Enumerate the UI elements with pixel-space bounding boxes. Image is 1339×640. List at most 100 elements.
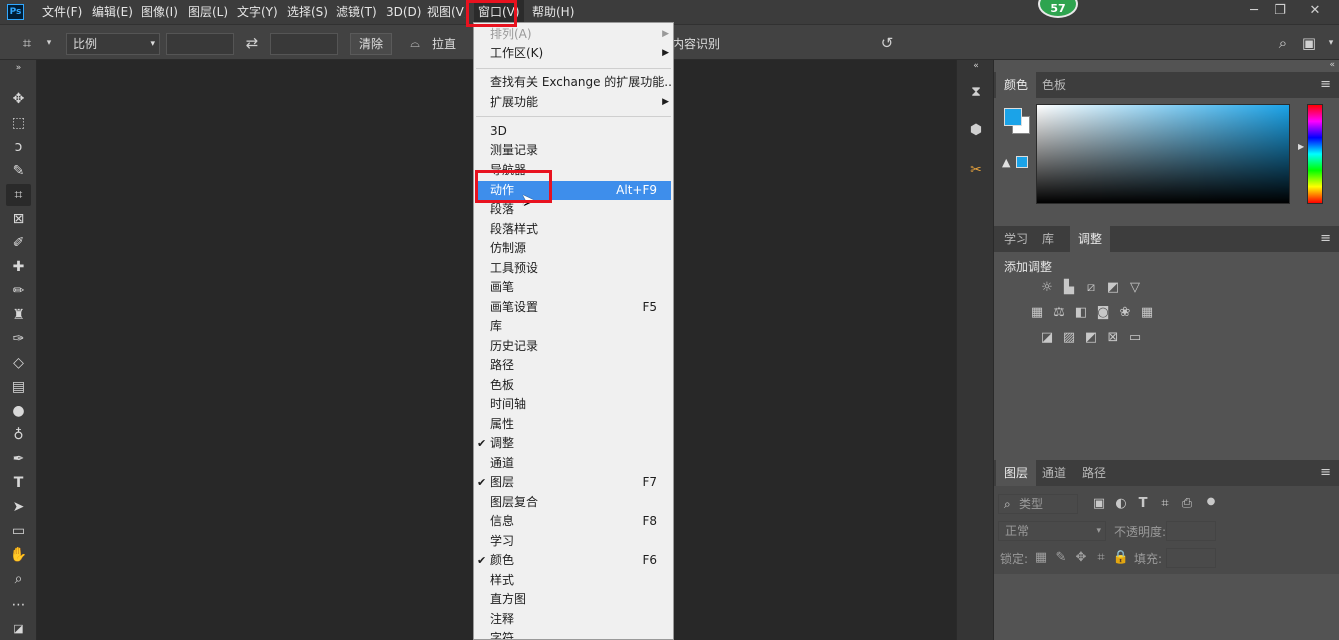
chevron-down-icon[interactable]: ▾ <box>38 32 60 54</box>
clone-stamp-tool-icon[interactable]: ♜ <box>6 304 31 326</box>
menu-item-color[interactable]: ✔ 颜色 F6 <box>474 551 673 570</box>
photo-filter-icon[interactable]: ◙ <box>1094 305 1112 321</box>
tab-swatches[interactable]: 色板 <box>1034 72 1074 98</box>
curves-icon[interactable]: ⧄ <box>1082 280 1100 296</box>
content-aware-label[interactable]: 内容识别 <box>672 33 720 55</box>
hue-saturation-icon[interactable]: ▦ <box>1028 305 1046 321</box>
color-balance-icon[interactable]: ⚖ <box>1050 305 1068 321</box>
opacity-input[interactable] <box>1166 521 1216 541</box>
menu-item-3d[interactable]: 3D <box>474 122 673 141</box>
type-tool-icon[interactable]: T <box>6 472 31 494</box>
filter-toggle-icon[interactable]: ● <box>1202 494 1220 510</box>
tools-panel-icon[interactable]: ✂ <box>964 158 988 182</box>
invert-icon[interactable]: ◪ <box>1038 330 1056 346</box>
exposure-icon[interactable]: ◩ <box>1104 280 1122 296</box>
tab-color[interactable]: 颜色 <box>996 72 1037 98</box>
levels-icon[interactable]: ▙ <box>1060 280 1078 296</box>
expand-icon[interactable]: » <box>6 62 31 74</box>
menu-item-adjustments[interactable]: ✔ 调整 <box>474 434 673 453</box>
layer-filter-select[interactable]: ⌕ 类型 <box>998 494 1078 514</box>
menu-3d[interactable]: 3D(D) <box>386 0 421 24</box>
menu-filter[interactable]: 滤镜(T) <box>336 0 377 24</box>
brightness-icon[interactable]: ☼ <box>1038 280 1056 296</box>
search-icon[interactable]: ⌕ <box>1272 32 1294 54</box>
dodge-tool-icon[interactable]: ♁ <box>6 424 31 446</box>
notification-badge[interactable]: 57 <box>1038 0 1078 18</box>
chevron-down-icon[interactable]: ▾ <box>1320 32 1339 54</box>
color-swap-icon[interactable]: ◪ <box>6 618 31 640</box>
straighten-label[interactable]: 拉直 <box>432 33 456 55</box>
menu-item-notes[interactable]: 注释 <box>474 610 673 629</box>
lasso-tool-icon[interactable]: ↄ <box>6 136 31 158</box>
brush-tool-icon[interactable]: ✏ <box>6 280 31 302</box>
zoom-tool-icon[interactable]: ⌕ <box>6 568 31 590</box>
tab-libraries[interactable]: 库 <box>1034 226 1062 252</box>
menu-item-layer-comps[interactable]: 图层复合 <box>474 493 673 512</box>
menu-item-timeline[interactable]: 时间轴 <box>474 395 673 414</box>
menu-layer[interactable]: 图层(L) <box>188 0 228 24</box>
more-tools-icon[interactable]: ⋯ <box>6 594 31 616</box>
history-brush-tool-icon[interactable]: ✑ <box>6 328 31 350</box>
crop-tool-icon[interactable]: ⌗ <box>6 184 31 206</box>
menu-item-workspace[interactable]: 工作区(K) ▶ <box>474 44 673 63</box>
blur-tool-icon[interactable]: ● <box>6 400 31 422</box>
menu-file[interactable]: 文件(F) <box>42 0 82 24</box>
menu-item-brushes[interactable]: 画笔 <box>474 278 673 297</box>
pixel-filter-icon[interactable]: ▣ <box>1090 496 1108 512</box>
menu-select[interactable]: 选择(S) <box>287 0 328 24</box>
color-field[interactable] <box>1036 104 1290 204</box>
healing-brush-tool-icon[interactable]: ✚ <box>6 256 31 278</box>
eyedropper-tool-icon[interactable]: ✐ <box>6 232 31 254</box>
history-panel-icon[interactable]: ⧗ <box>964 80 988 104</box>
fill-input[interactable] <box>1166 548 1216 568</box>
menu-help[interactable]: 帮助(H) <box>532 0 574 24</box>
channel-mixer-icon[interactable]: ❀ <box>1116 305 1134 321</box>
menu-item-brush-settings[interactable]: 画笔设置 F5 <box>474 298 673 317</box>
smart-object-filter-icon[interactable]: ⎙ <box>1178 496 1196 512</box>
menu-item-info[interactable]: 信息 F8 <box>474 512 673 531</box>
hand-tool-icon[interactable]: ✋ <box>6 544 31 566</box>
posterize-icon[interactable]: ▨ <box>1060 330 1078 346</box>
panel-menu-icon[interactable]: ≡ <box>1320 226 1331 252</box>
marquee-tool-icon[interactable]: ⬚ <box>6 112 31 134</box>
menu-edit[interactable]: 编辑(E) <box>92 0 133 24</box>
menu-view[interactable]: 视图(V) <box>427 0 465 24</box>
3d-panel-icon[interactable]: ⬢ <box>964 118 988 142</box>
restore-icon[interactable]: ❐ <box>1270 2 1290 22</box>
menu-item-swatches[interactable]: 色板 <box>474 376 673 395</box>
ratio-select[interactable]: 比例 ▾ <box>66 33 160 55</box>
quick-select-tool-icon[interactable]: ✎ <box>6 160 31 182</box>
menu-item-learn[interactable]: 学习 <box>474 532 673 551</box>
lock-transparent-icon[interactable]: ▦ <box>1032 550 1050 566</box>
close-icon[interactable]: ✕ <box>1305 2 1325 22</box>
clear-button[interactable]: 清除 <box>350 33 392 55</box>
minimize-icon[interactable]: ─ <box>1244 2 1264 22</box>
menu-item-clone-source[interactable]: 仿制源 <box>474 239 673 258</box>
workspace-icon[interactable]: ▣ <box>1298 32 1320 54</box>
menu-item-history[interactable]: 历史记录 <box>474 337 673 356</box>
menu-item-histogram[interactable]: 直方图 <box>474 590 673 609</box>
rectangle-tool-icon[interactable]: ▭ <box>6 520 31 542</box>
adjustment-filter-icon[interactable]: ◐ <box>1112 496 1130 512</box>
menu-type[interactable]: 文字(Y) <box>237 0 278 24</box>
tab-paths[interactable]: 路径 <box>1074 460 1114 486</box>
menu-item-tool-presets[interactable]: 工具预设 <box>474 259 673 278</box>
frame-tool-icon[interactable]: ⊠ <box>6 208 31 230</box>
crop-tool-icon[interactable]: ⌗ <box>16 32 38 54</box>
pen-tool-icon[interactable]: ✒ <box>6 448 31 470</box>
hue-slider[interactable] <box>1307 104 1323 204</box>
path-select-tool-icon[interactable]: ➤ <box>6 496 31 518</box>
reset-icon[interactable]: ↺ <box>876 32 898 54</box>
menu-item-measurement-log[interactable]: 测量记录 <box>474 141 673 160</box>
menu-item-character[interactable]: 字符 <box>474 629 673 639</box>
menu-item-styles[interactable]: 样式 <box>474 571 673 590</box>
menu-item-paragraph-styles[interactable]: 段落样式 <box>474 220 673 239</box>
menu-item-paths[interactable]: 路径 <box>474 356 673 375</box>
panel-menu-icon[interactable]: ≡ <box>1320 72 1331 98</box>
tab-layers[interactable]: 图层 <box>996 460 1037 486</box>
move-tool-icon[interactable]: ✥ <box>6 88 31 110</box>
width-input[interactable] <box>166 33 234 55</box>
lock-pixels-icon[interactable]: ✎ <box>1052 550 1070 566</box>
menu-item-properties[interactable]: 属性 <box>474 415 673 434</box>
collapse-icon[interactable]: « <box>1329 60 1335 70</box>
